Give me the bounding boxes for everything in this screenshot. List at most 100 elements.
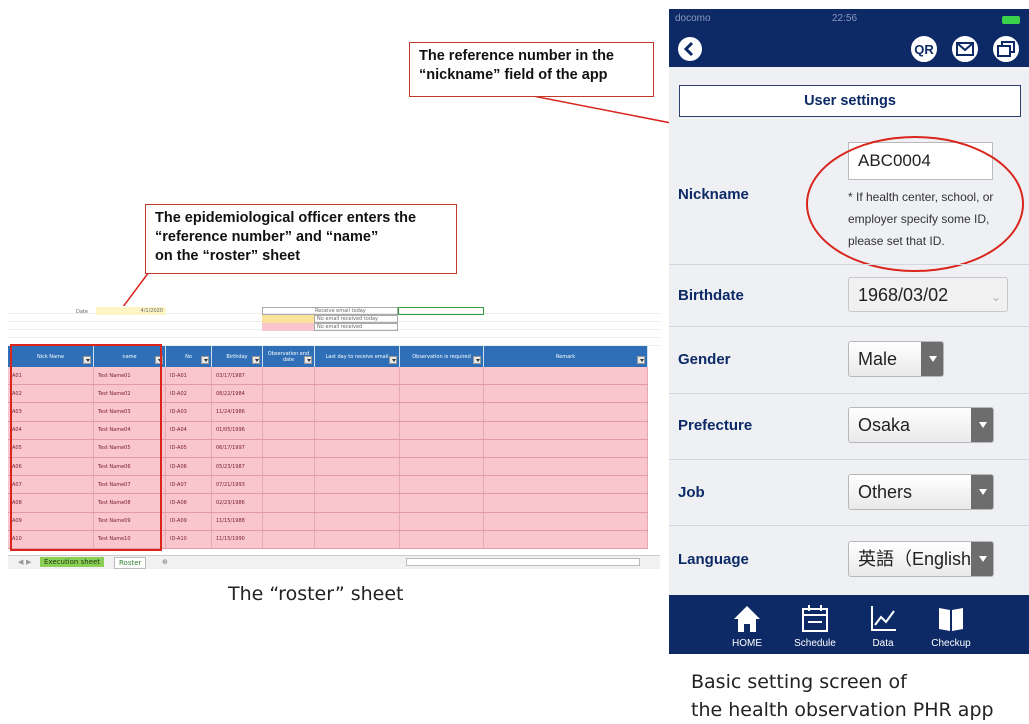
horizontal-scrollbar[interactable] (406, 558, 640, 566)
table-cell[interactable] (315, 403, 400, 421)
add-sheet-icon[interactable]: ⊕ (158, 557, 172, 567)
table-cell[interactable] (484, 476, 648, 494)
table-cell[interactable] (484, 421, 648, 439)
header-no[interactable]: No (166, 346, 212, 367)
table-cell[interactable]: ID-A01 (166, 367, 212, 385)
table-cell[interactable] (315, 421, 400, 439)
table-cell[interactable] (484, 512, 648, 530)
table-cell[interactable] (484, 494, 648, 512)
tab-checkup[interactable]: Checkup (917, 595, 985, 654)
table-cell[interactable] (400, 421, 484, 439)
job-select[interactable]: Others (848, 474, 994, 510)
table-cell[interactable] (263, 421, 315, 439)
table-cell[interactable]: 01/05/1996 (212, 421, 263, 439)
table-cell[interactable]: ID-A06 (166, 458, 212, 476)
tab-home[interactable]: HOME (713, 595, 781, 654)
status-bar: docomo 22:56 (669, 9, 1029, 31)
table-cell[interactable]: 07/21/1993 (212, 476, 263, 494)
table-cell[interactable] (484, 439, 648, 457)
table-cell[interactable]: 08/22/1984 (212, 385, 263, 403)
table-cell[interactable] (263, 476, 315, 494)
table-cell[interactable]: 05/23/1987 (212, 458, 263, 476)
table-cell[interactable] (400, 367, 484, 385)
header-birthday[interactable]: Birthday (212, 346, 263, 367)
table-cell[interactable]: 06/17/1997 (212, 439, 263, 457)
table-cell[interactable] (263, 367, 315, 385)
table-cell[interactable] (315, 476, 400, 494)
table-cell[interactable]: 02/23/1986 (212, 494, 263, 512)
table-cell[interactable] (315, 439, 400, 457)
highlight-box (10, 344, 162, 551)
prefecture-value: Osaka (858, 415, 911, 435)
callout-line: The epidemiological officer enters the (155, 210, 417, 226)
table-cell[interactable] (263, 530, 315, 548)
table-cell[interactable] (315, 367, 400, 385)
table-cell[interactable]: ID-A08 (166, 494, 212, 512)
table-cell[interactable] (263, 494, 315, 512)
table-cell[interactable] (263, 458, 315, 476)
selected-cell[interactable] (398, 307, 484, 315)
table-cell[interactable] (484, 403, 648, 421)
table-cell[interactable] (484, 530, 648, 548)
qr-icon[interactable]: QR (909, 34, 939, 64)
qr-label: QR (914, 41, 934, 57)
windows-icon[interactable] (991, 34, 1021, 64)
table-cell[interactable]: 11/24/1986 (212, 403, 263, 421)
table-cell[interactable] (400, 385, 484, 403)
table-cell[interactable] (400, 494, 484, 512)
table-cell[interactable]: 03/17/1987 (212, 367, 263, 385)
table-cell[interactable]: ID-A09 (166, 512, 212, 530)
header-remark[interactable]: Remark (484, 346, 648, 367)
filter-dropdown-icon[interactable] (252, 356, 260, 364)
filter-dropdown-icon[interactable] (201, 356, 209, 364)
table-cell[interactable]: ID-A10 (166, 530, 212, 548)
table-cell[interactable] (315, 458, 400, 476)
filter-dropdown-icon[interactable] (637, 356, 645, 364)
table-cell[interactable]: 11/15/1990 (212, 530, 263, 548)
table-cell[interactable] (263, 512, 315, 530)
table-cell[interactable]: ID-A02 (166, 385, 212, 403)
table-cell[interactable] (263, 385, 315, 403)
table-cell[interactable] (400, 476, 484, 494)
header-last-day-email[interactable]: Last day to receive email (315, 346, 400, 367)
table-cell[interactable] (315, 530, 400, 548)
table-cell[interactable]: ID-A04 (166, 421, 212, 439)
divider (669, 525, 1029, 526)
table-cell[interactable] (400, 512, 484, 530)
date-value-cell[interactable]: 4/1/2020 (96, 307, 166, 315)
table-cell[interactable] (315, 494, 400, 512)
table-cell[interactable]: 11/15/1988 (212, 512, 263, 530)
table-cell[interactable] (484, 458, 648, 476)
table-cell[interactable] (400, 458, 484, 476)
header-observation-end[interactable]: Observation end date (263, 346, 315, 367)
table-cell[interactable] (400, 403, 484, 421)
header-observation-required[interactable]: Observation is required (400, 346, 484, 367)
table-cell[interactable] (315, 385, 400, 403)
tab-scroll-right-icon[interactable]: ▶ (22, 557, 35, 567)
table-cell[interactable] (400, 530, 484, 548)
table-cell[interactable]: ID-A03 (166, 403, 212, 421)
table-cell[interactable] (263, 439, 315, 457)
prefecture-select[interactable]: Osaka (848, 407, 994, 443)
filter-dropdown-icon[interactable] (304, 356, 312, 364)
table-cell[interactable] (484, 367, 648, 385)
tab-data[interactable]: Data (849, 595, 917, 654)
table-cell[interactable] (263, 403, 315, 421)
tab-execution-sheet[interactable]: Execution sheet (40, 557, 105, 567)
table-cell[interactable] (315, 512, 400, 530)
table-cell[interactable] (400, 439, 484, 457)
back-icon[interactable] (678, 37, 702, 61)
birthdate-select[interactable]: 1968/03/02 ⌄ (848, 277, 1008, 312)
tab-schedule[interactable]: Schedule (781, 595, 849, 654)
nickname-label: Nickname (678, 186, 749, 203)
filter-dropdown-icon[interactable] (389, 356, 397, 364)
tab-roster[interactable]: Roster (114, 557, 147, 569)
table-cell[interactable]: ID-A07 (166, 476, 212, 494)
table-cell[interactable]: ID-A05 (166, 439, 212, 457)
phone-screen: docomo 22:56 QR User settings Nickname A… (669, 9, 1029, 654)
gender-select[interactable]: Male (848, 341, 944, 377)
language-select[interactable]: 英語（English） (848, 541, 994, 577)
table-cell[interactable] (484, 385, 648, 403)
mail-icon[interactable] (950, 34, 980, 64)
filter-dropdown-icon[interactable] (473, 356, 481, 364)
